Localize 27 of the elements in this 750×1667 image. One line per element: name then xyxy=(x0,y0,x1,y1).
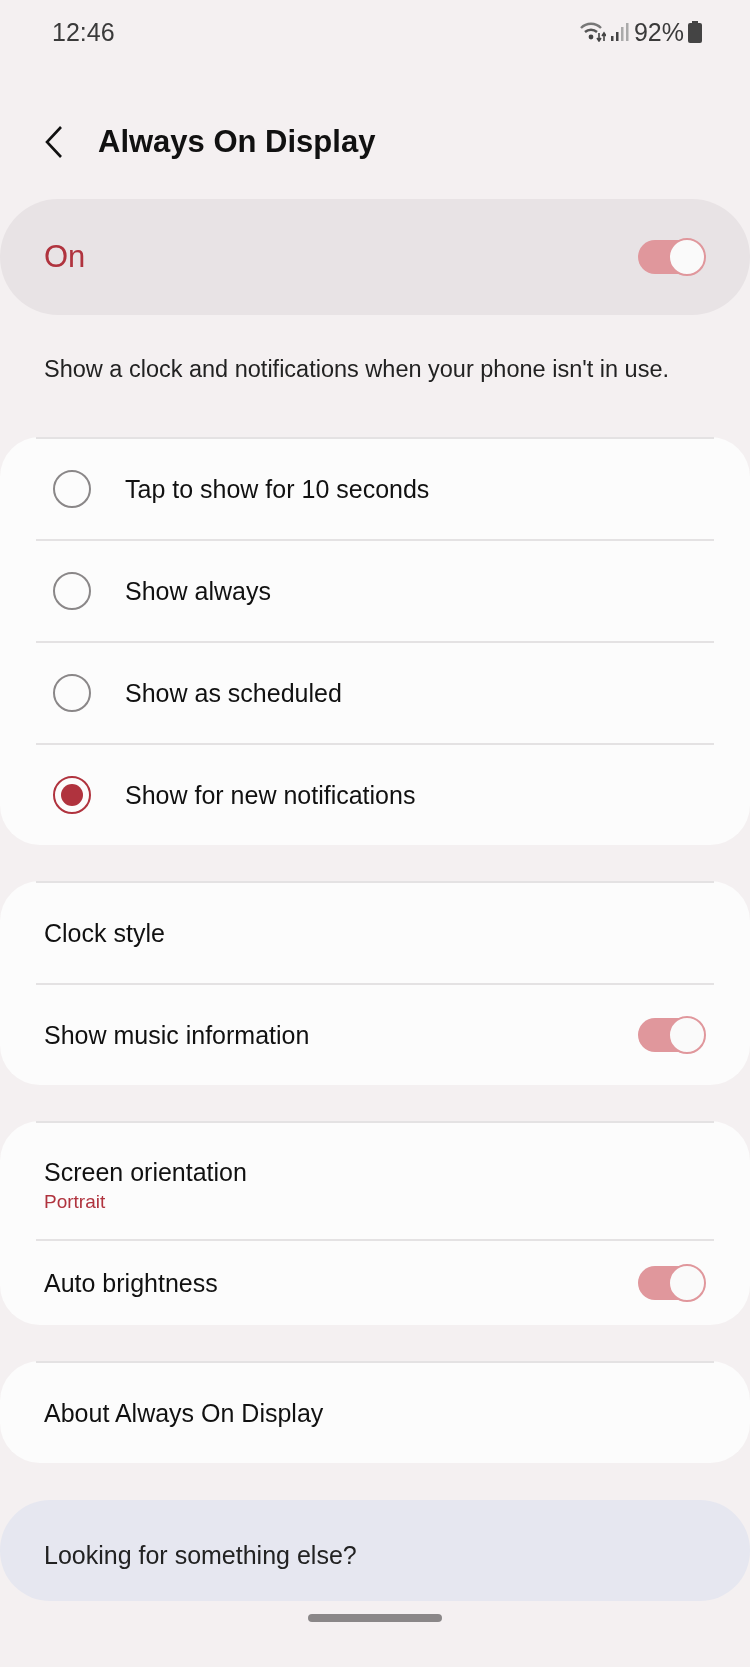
radio-option[interactable]: Show always xyxy=(36,539,714,641)
toggle-switch[interactable] xyxy=(638,1266,704,1300)
signal-icon xyxy=(609,22,630,42)
master-switch-label: On xyxy=(44,239,86,275)
toggle-switch[interactable] xyxy=(638,240,704,274)
suggestion-title[interactable]: Looking for something else? xyxy=(44,1541,357,1570)
radio-button[interactable] xyxy=(53,470,91,508)
radio-option[interactable]: Tap to show for 10 seconds xyxy=(36,437,714,539)
page-title: Always On Display xyxy=(98,123,376,160)
radio-option[interactable]: Show as scheduled xyxy=(36,641,714,743)
description-text: Show a clock and notifications when your phone isn't in use. xyxy=(44,355,670,384)
radio-option[interactable]: Show for new notifications xyxy=(36,743,714,845)
setting-label[interactable]: Clock style xyxy=(44,918,165,948)
setting-label[interactable]: Show music information xyxy=(44,1020,310,1050)
setting-label[interactable]: Auto brightness xyxy=(44,1268,218,1298)
setting-label[interactable]: Screen orientation xyxy=(44,1157,247,1187)
battery-icon xyxy=(688,21,702,43)
battery-percentage: 92% xyxy=(633,17,684,47)
status-time: 12:46 xyxy=(52,17,115,47)
toggle-switch[interactable] xyxy=(638,1018,704,1052)
back-icon[interactable] xyxy=(44,124,64,159)
setting-value: Portrait xyxy=(44,1190,107,1213)
radio-button[interactable] xyxy=(53,776,91,814)
radio-button[interactable] xyxy=(53,572,91,610)
radio-button[interactable] xyxy=(53,674,91,712)
wifi-icon xyxy=(579,22,606,42)
setting-label[interactable]: About Always On Display xyxy=(44,1398,324,1428)
